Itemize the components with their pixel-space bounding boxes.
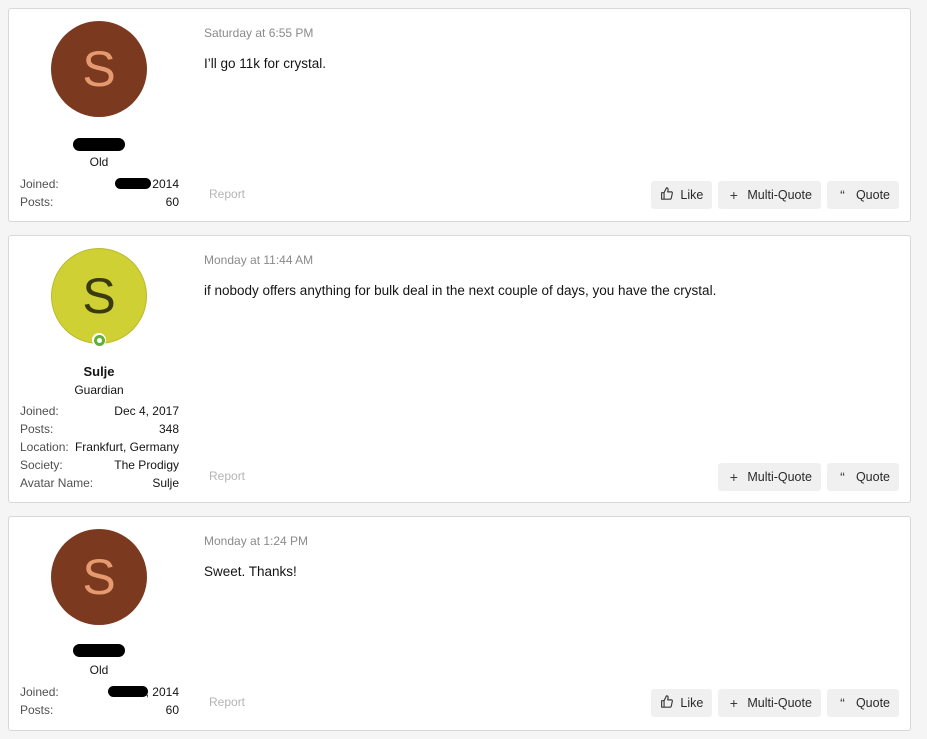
post: S Sulje Guardian Joined: Dec 4, 2017 Pos… (8, 235, 911, 503)
quote-icon: “ (840, 469, 845, 485)
quote-button[interactable]: “ Quote (826, 181, 899, 209)
post-actions: Like + Multi-Quote “ Quote (651, 689, 899, 717)
thumbs-up-icon (660, 695, 674, 711)
multi-quote-button[interactable]: + Multi-Quote (718, 689, 821, 717)
report-link[interactable]: Report (209, 695, 245, 709)
username[interactable]: Sulje (9, 364, 189, 379)
post-actions: + Multi-Quote “ Quote (718, 463, 899, 491)
plus-icon: + (729, 695, 738, 711)
quote-icon: “ (840, 695, 845, 711)
report-link[interactable]: Report (209, 469, 245, 483)
plus-icon: + (729, 469, 738, 485)
multi-quote-button[interactable]: + Multi-Quote (718, 463, 821, 491)
quote-button[interactable]: “ Quote (826, 689, 899, 717)
quote-label: Quote (855, 470, 890, 484)
post: S Old Joined: 2014 Posts: 60 Saturday at… (8, 8, 911, 222)
plus-icon: + (729, 187, 738, 203)
posts-value[interactable]: 60 (166, 193, 179, 211)
post-timestamp[interactable]: Monday at 11:44 AM (204, 253, 313, 267)
post-timestamp[interactable]: Saturday at 6:55 PM (204, 26, 313, 40)
avatar-name-value: Sulje (152, 476, 179, 490)
avatar[interactable]: S (51, 21, 147, 117)
post: S Old Joined: , 2014 Posts: 60 Monday at… (8, 516, 911, 731)
avatar-letter: S (82, 549, 116, 605)
quote-label: Quote (855, 696, 890, 710)
like-label: Like (680, 188, 704, 202)
like-label: Like (680, 696, 704, 710)
redacted-date (107, 686, 148, 697)
redacted-username (73, 644, 125, 657)
posts-label: Posts: (20, 195, 54, 209)
joined-label: Joined: (20, 685, 59, 699)
redacted-username (73, 138, 125, 151)
multi-quote-label: Multi-Quote (747, 696, 812, 710)
posts-label: Posts: (20, 422, 54, 436)
joined-value: Dec 4, 2017 (114, 404, 179, 418)
online-status-icon (92, 333, 106, 347)
post-message: Sweet. Thanks! (204, 564, 297, 579)
avatar[interactable]: S (51, 248, 147, 344)
avatar-letter: S (82, 41, 116, 97)
multi-quote-label: Multi-Quote (747, 470, 812, 484)
joined-row: Joined: 2014 (20, 175, 179, 193)
joined-row: Joined: Dec 4, 2017 (20, 402, 179, 420)
posts-row: Posts: 60 (20, 701, 179, 719)
thumbs-up-icon (660, 187, 674, 203)
avatar[interactable]: S (51, 529, 147, 625)
multi-quote-label: Multi-Quote (747, 188, 812, 202)
posts-label: Posts: (20, 703, 54, 717)
redacted-date (114, 178, 151, 189)
joined-label: Joined: (20, 404, 59, 418)
like-button[interactable]: Like (651, 689, 713, 717)
society-row: Society: The Prodigy (20, 456, 179, 474)
location-row: Location: Frankfurt, Germany (20, 438, 179, 456)
multi-quote-button[interactable]: + Multi-Quote (718, 181, 821, 209)
location-label: Location: (20, 440, 69, 454)
avatar-name-label: Avatar Name: (20, 476, 94, 490)
quote-label: Quote (855, 188, 890, 202)
quote-icon: “ (840, 187, 845, 203)
posts-row: Posts: 60 (20, 193, 179, 211)
joined-label: Joined: (20, 177, 59, 191)
user-title: Old (89, 155, 109, 169)
joined-value: 2014 (114, 175, 179, 193)
post-message: if nobody offers anything for bulk deal … (204, 283, 717, 298)
user-title: Old (89, 663, 109, 677)
posts-value[interactable]: 348 (159, 420, 179, 438)
joined-row: Joined: , 2014 (20, 683, 179, 701)
avatar-letter: S (82, 268, 116, 324)
quote-button[interactable]: “ Quote (826, 463, 899, 491)
posts-row: Posts: 348 (20, 420, 179, 438)
location-value[interactable]: Frankfurt, Germany (75, 438, 179, 456)
report-link[interactable]: Report (209, 187, 245, 201)
society-label: Society: (20, 458, 63, 472)
posts-value[interactable]: 60 (166, 701, 179, 719)
user-title: Guardian (74, 383, 124, 397)
like-button[interactable]: Like (651, 181, 713, 209)
post-actions: Like + Multi-Quote “ Quote (651, 181, 899, 209)
avatar-name-row: Avatar Name: Sulje (20, 474, 179, 492)
joined-value: , 2014 (107, 683, 179, 701)
society-value: The Prodigy (114, 458, 179, 472)
post-timestamp[interactable]: Monday at 1:24 PM (204, 534, 308, 548)
post-message: I’ll go 11k for crystal. (204, 56, 327, 71)
